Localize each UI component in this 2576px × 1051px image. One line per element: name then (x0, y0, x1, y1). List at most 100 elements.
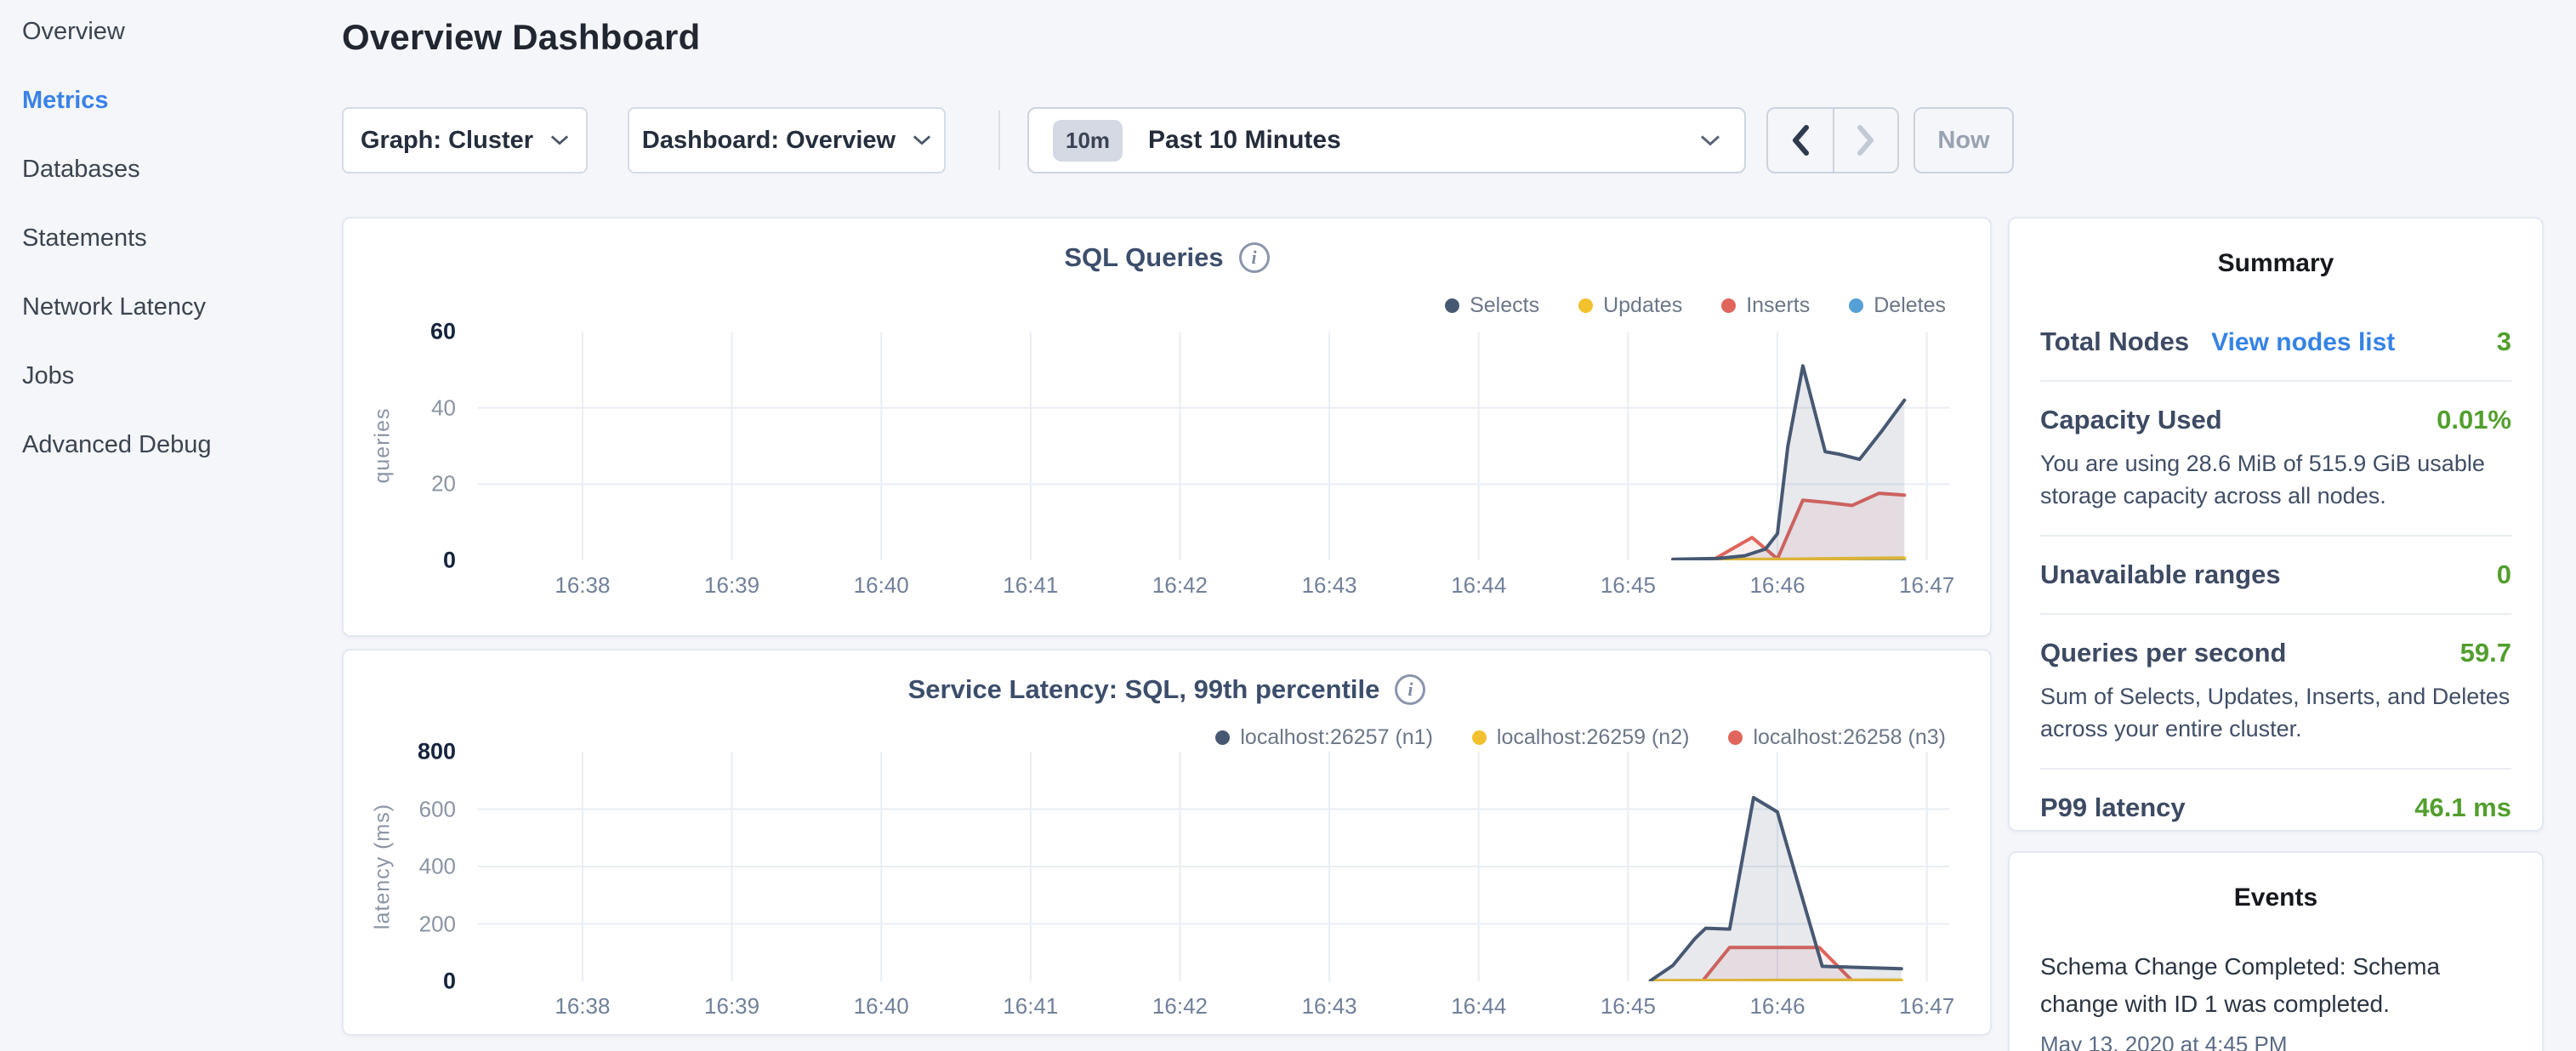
graph-scope-label: Graph: Cluster (361, 127, 533, 155)
dashboard-dropdown[interactable]: Dashboard: Overview (628, 107, 946, 173)
summary-row-label: P99 latency (2040, 793, 2186, 823)
legend-label: localhost:26259 (n2) (1497, 725, 1690, 750)
x-axis-labels: 16:3816:3916:4016:4116:4216:4316:4416:45… (478, 572, 1949, 601)
time-window-badge: 10m (1053, 120, 1123, 162)
sidebar-item-network-latency[interactable]: Network Latency (22, 291, 212, 323)
summary-row: P99 latency 46.1 ms (2040, 768, 2511, 846)
x-axis-labels: 16:3816:3916:4016:4116:4216:4316:4416:45… (478, 993, 1949, 1022)
sidebar-item-overview[interactable]: Overview (22, 15, 212, 48)
y-tick-label: 40 (431, 395, 456, 421)
x-tick-label: 16:39 (704, 572, 759, 599)
legend-label: Deletes (1874, 293, 1946, 318)
chart-legend: Selects Updates Inserts Deletes (1445, 293, 1946, 318)
chevron-down-icon (913, 134, 931, 146)
summary-row-label: Capacity Used (2040, 405, 2222, 435)
chevron-left-icon (1791, 125, 1810, 156)
view-nodes-list-link[interactable]: View nodes list (2211, 328, 2395, 357)
y-axis-labels: 0204060 (344, 332, 456, 560)
events-panel: Events Schema Change Completed: Schema c… (2008, 851, 2544, 1051)
legend-item[interactable]: localhost:26259 (n2) (1472, 725, 1690, 750)
x-tick-label: 16:42 (1152, 993, 1208, 1020)
y-axis-unit: latency (ms) (371, 804, 395, 929)
time-forward-button[interactable] (1833, 109, 1897, 172)
legend-label: localhost:26258 (n3) (1753, 725, 1946, 750)
app-root: Overview Metrics Databases Statements Ne… (0, 0, 2576, 1051)
time-window-selector[interactable]: 10m Past 10 Minutes (1027, 107, 1746, 173)
graph-scope-dropdown[interactable]: Graph: Cluster (342, 107, 588, 173)
legend-item[interactable]: Updates (1578, 293, 1682, 318)
chevron-right-icon (1857, 125, 1875, 156)
sidebar-item-advanced-debug[interactable]: Advanced Debug (22, 429, 212, 461)
time-back-button[interactable] (1768, 109, 1833, 172)
x-tick-label: 16:40 (854, 993, 909, 1020)
y-axis-unit: queries (371, 408, 395, 484)
summary-row: Capacity Used 0.01% You are using 28.6 MiB… (2040, 380, 2511, 535)
x-tick-label: 16:47 (1899, 572, 1954, 599)
y-tick-label: 600 (419, 796, 456, 822)
x-tick-label: 16:44 (1451, 993, 1506, 1020)
legend-item[interactable]: Inserts (1721, 293, 1810, 318)
y-tick-label: 0 (443, 969, 456, 995)
legend-label: Updates (1603, 293, 1682, 318)
summary-panel: Summary Total NodesView nodes list3Capac… (2008, 217, 2544, 832)
legend-dot-icon (1728, 730, 1743, 745)
summary-row-value: 3 (2497, 327, 2511, 357)
summary-row-header: Unavailable ranges 0 (2040, 560, 2511, 590)
service-latency-chart-panel: Service Latency: SQL, 99th percentile i … (342, 649, 1992, 1036)
x-tick-label: 16:40 (854, 572, 909, 599)
time-step-controls (1766, 107, 1899, 173)
event-item[interactable]: Schema Change Completed: Schema change w… (2010, 948, 2542, 1051)
legend-label: Inserts (1746, 293, 1810, 318)
legend-item[interactable]: localhost:26258 (n3) (1728, 725, 1946, 750)
events-list: Schema Change Completed: Schema change w… (2010, 948, 2542, 1051)
summary-row-header: Capacity Used 0.01% (2040, 405, 2511, 435)
summary-row: Unavailable ranges 0 (2040, 535, 2511, 613)
chart-canvas (478, 332, 1949, 560)
summary-row-label: Unavailable ranges (2040, 560, 2281, 590)
y-tick-label: 0 (443, 548, 456, 574)
chart-header: SQL Queries i (344, 242, 1990, 273)
legend-dot-icon (1445, 298, 1459, 313)
legend-dot-icon (1849, 298, 1863, 313)
x-tick-label: 16:38 (554, 572, 610, 599)
info-icon[interactable]: i (1239, 242, 1270, 273)
x-tick-label: 16:39 (704, 993, 759, 1020)
chart-header: Service Latency: SQL, 99th percentile i (344, 674, 1990, 705)
plot-area[interactable] (478, 752, 1949, 981)
info-icon[interactable]: i (1395, 674, 1425, 705)
summary-row-description: You are using 28.6 MiB of 515.9 GiB usab… (2040, 447, 2511, 512)
summary-row-label: Total Nodes (2040, 327, 2189, 357)
x-tick-label: 16:42 (1152, 572, 1208, 599)
summary-row-description: Sum of Selects, Updates, Inserts, and De… (2040, 680, 2511, 745)
legend-item[interactable]: Deletes (1849, 293, 1946, 318)
summary-row-header: Queries per second59.7 (2040, 638, 2511, 668)
plot-area[interactable] (478, 332, 1949, 560)
y-tick-label: 800 (418, 739, 456, 765)
sidebar: Overview Metrics Databases Statements Ne… (22, 15, 212, 461)
summary-row-value: 0 (2497, 560, 2511, 590)
x-tick-label: 16:41 (1003, 572, 1058, 599)
page-title: Overview Dashboard (342, 17, 700, 58)
chart-legend: localhost:26257 (n1) localhost:26259 (n2)… (1215, 725, 1946, 750)
x-tick-label: 16:45 (1601, 993, 1656, 1020)
x-tick-label: 16:45 (1601, 572, 1656, 599)
legend-item[interactable]: localhost:26257 (n1) (1215, 725, 1433, 750)
summary-row: Total Nodes View nodes list 3 (2040, 304, 2511, 380)
x-tick-label: 16:44 (1451, 572, 1506, 599)
sidebar-item-jobs[interactable]: Jobs (22, 360, 212, 392)
y-tick-label: 20 (431, 471, 456, 497)
x-tick-label: 16:46 (1749, 572, 1805, 599)
sidebar-item-databases[interactable]: Databases (22, 153, 212, 185)
legend-item[interactable]: Selects (1445, 293, 1539, 318)
now-button[interactable]: Now (1914, 107, 2014, 173)
summary-row-value: 0.01% (2437, 405, 2511, 435)
chart-title: Service Latency: SQL, 99th percentile (908, 674, 1380, 705)
chart-title: SQL Queries (1064, 242, 1223, 273)
sidebar-item-statements[interactable]: Statements (22, 222, 212, 254)
y-tick-label: 400 (419, 854, 456, 880)
sidebar-item-metrics[interactable]: Metrics (22, 84, 212, 116)
summary-row-header: P99 latency 46.1 ms (2040, 793, 2511, 823)
summary-rows: Total Nodes View nodes list 3 Capacity Used… (2010, 304, 2542, 846)
summary-row-value: 46.1 ms (2414, 793, 2511, 823)
toolbar-divider (998, 111, 1000, 170)
